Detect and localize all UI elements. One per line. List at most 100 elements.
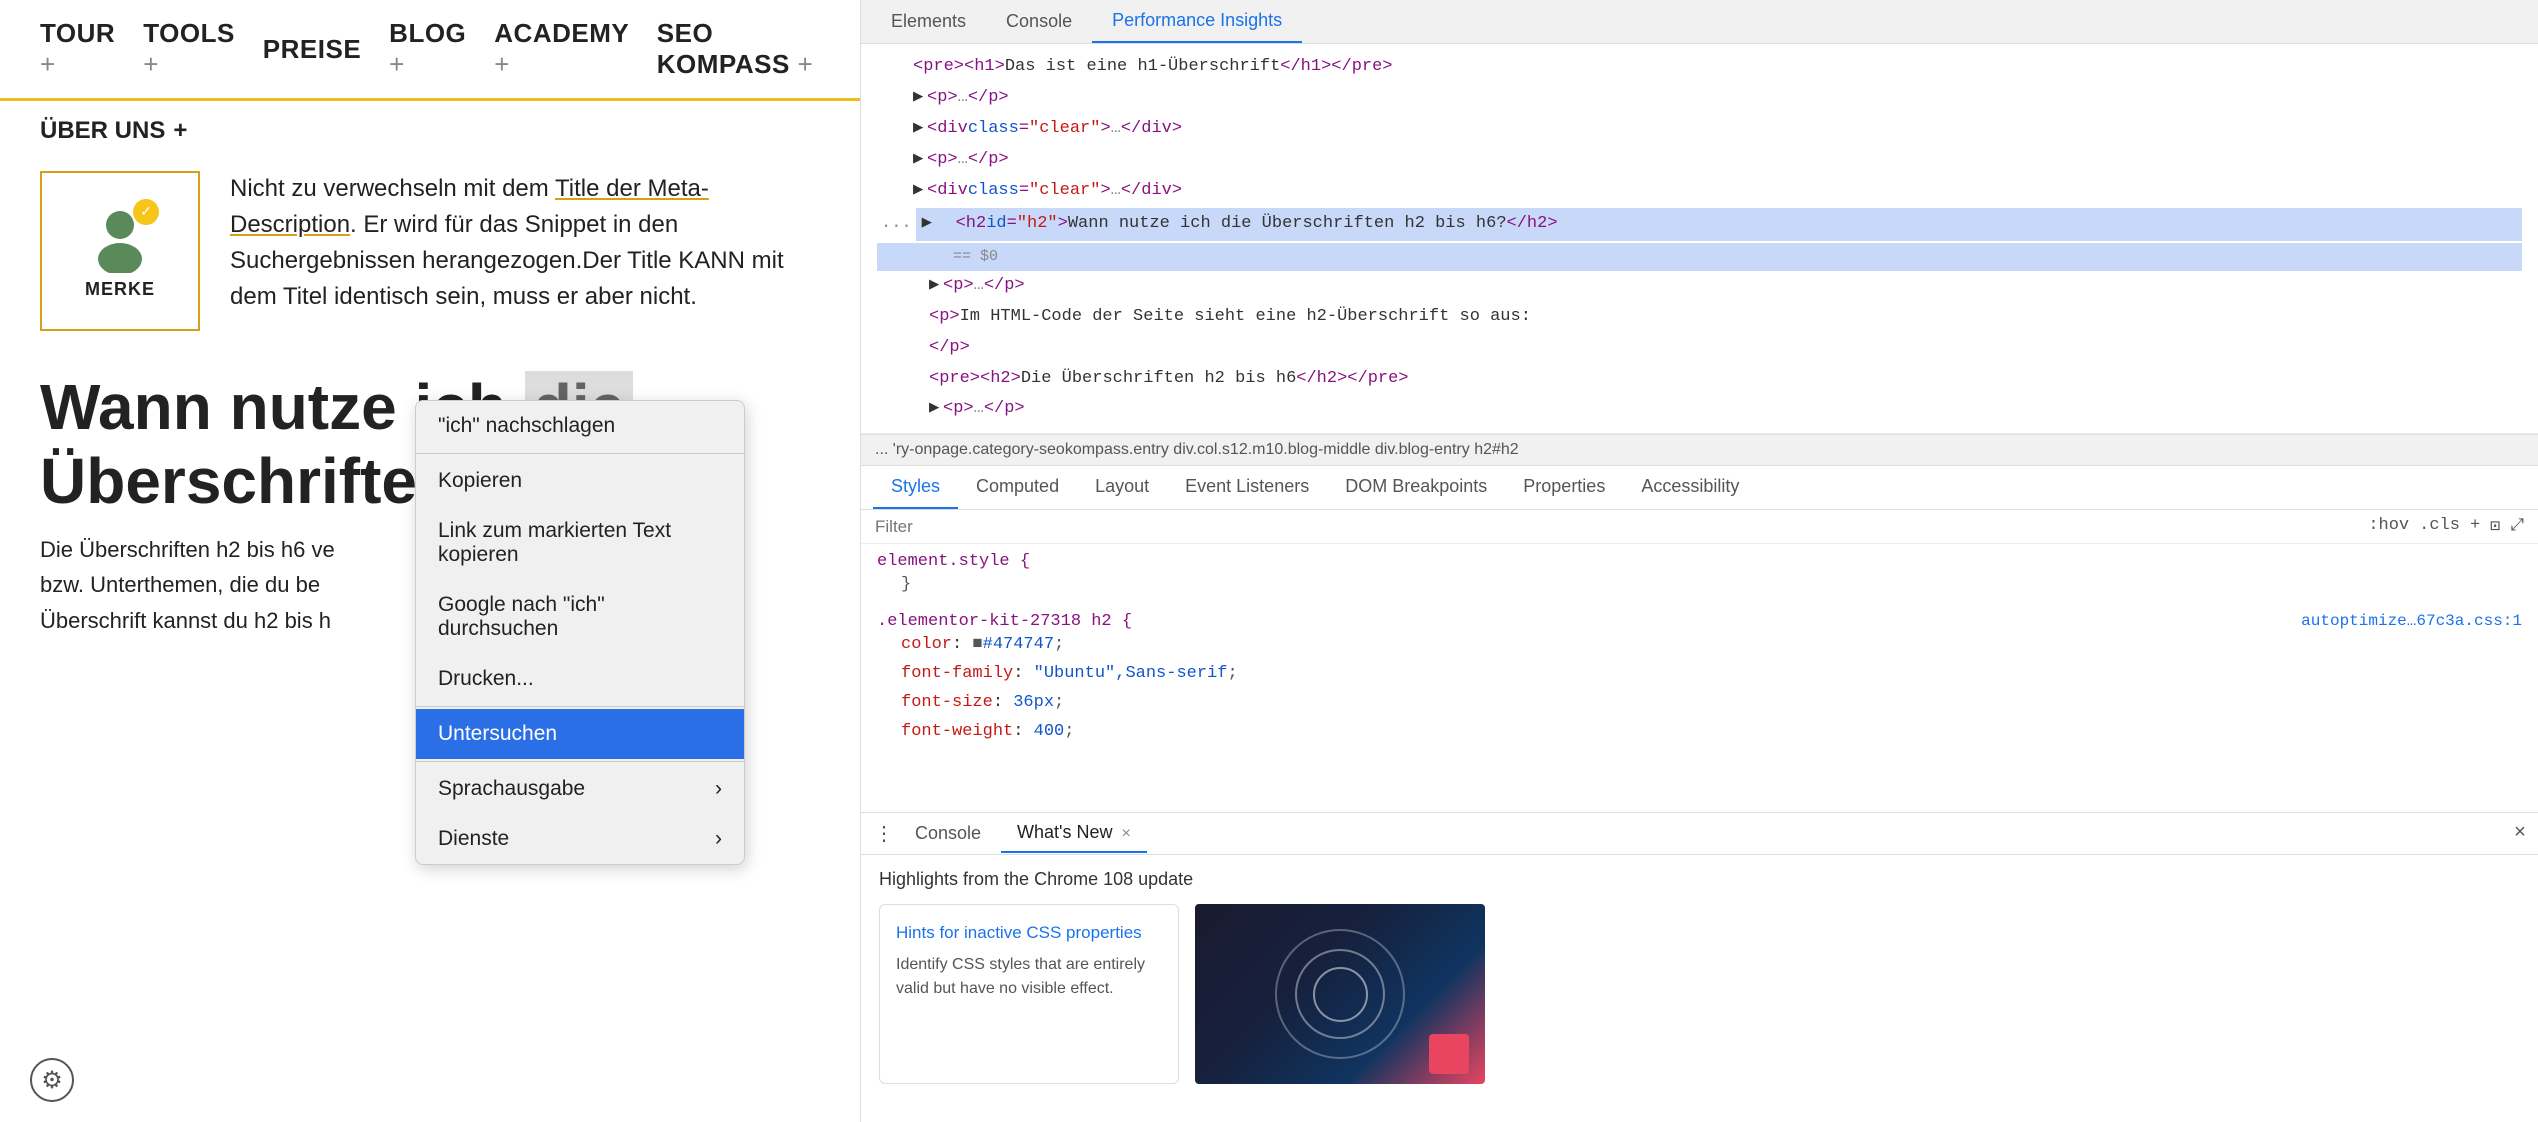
speech-arrow: › xyxy=(715,777,722,801)
rule-source[interactable]: autoptimize…67c3a.css:1 xyxy=(2301,612,2522,630)
bottom-panel: ⋮ Console What's New × × Highlights from… xyxy=(861,812,2538,1122)
nav-bar: TOUR + TOOLS + PREISE BLOG + ACADEMY + S… xyxy=(0,0,860,101)
tab-computed[interactable]: Computed xyxy=(958,466,1077,509)
rule-selector: .elementor-kit-27318 h2 { xyxy=(877,612,1132,631)
context-menu-item-inspect[interactable]: Untersuchen xyxy=(416,709,744,759)
context-menu-item-copy-link[interactable]: Link zum markierten Text kopieren xyxy=(416,506,744,580)
merke-section: ✓ MERKE Nicht zu verwechseln mit dem Tit… xyxy=(0,161,860,361)
html-line-2: ▶ <p>…</p> xyxy=(877,83,2522,114)
context-menu-separator-3 xyxy=(416,761,744,762)
whats-new-cards: Hints for inactive CSS properties Identi… xyxy=(879,904,2520,1084)
merke-label: MERKE xyxy=(85,279,155,300)
card-desc-1: Identify CSS styles that are entirely va… xyxy=(896,953,1162,1001)
tab-event-listeners[interactable]: Event Listeners xyxy=(1167,466,1327,509)
whats-new-close-btn[interactable]: × xyxy=(1122,825,1131,842)
html-line-5: ▶ <div class="clear">…</div> xyxy=(877,176,2522,207)
bottom-tabs: ⋮ Console What's New × × xyxy=(861,813,2538,855)
devtools-tab-console[interactable]: Console xyxy=(986,1,1092,42)
html-line-6-selected[interactable]: ▶ <h2 id="h2">Wann nutze ich die Übersch… xyxy=(916,208,2522,241)
filter-cls-btn[interactable]: .cls xyxy=(2419,516,2460,537)
element-style-close: } xyxy=(877,571,2522,600)
devtools-panel: Elements Console Performance Insights <p… xyxy=(860,0,2538,1122)
html-line-1: <pre><h1>Das ist eine h1-Überschrift</h1… xyxy=(877,52,2522,83)
html-line-8: <p>Im HTML-Code der Seite sieht eine h2-… xyxy=(877,302,2522,333)
context-menu-separator-1 xyxy=(416,453,744,454)
tab-layout[interactable]: Layout xyxy=(1077,466,1167,509)
html-line-3: ▶ <div class="clear">…</div> xyxy=(877,114,2522,145)
checkmark-icon: ✓ xyxy=(133,199,159,225)
html-area: <pre><h1>Das ist eine h1-Überschrift</h1… xyxy=(861,44,2538,434)
context-menu-item-services[interactable]: Dienste › xyxy=(416,814,744,864)
html-line-4: ▶ <p>…</p> xyxy=(877,145,2522,176)
tab-styles[interactable]: Styles xyxy=(873,466,958,509)
settings-icon[interactable]: ⚙ xyxy=(30,1058,74,1102)
element-style-selector: element.style { xyxy=(877,552,2522,571)
uber-uns-label[interactable]: ÜBER UNS xyxy=(40,117,165,145)
context-menu-item-speech[interactable]: Sprachausgabe › xyxy=(416,764,744,814)
whats-new-image xyxy=(1195,904,1485,1084)
element-style-rule: element.style { } xyxy=(877,552,2522,600)
collapse-triangle-3[interactable]: ▶ xyxy=(913,146,927,175)
tab-accessibility[interactable]: Accessibility xyxy=(1623,466,1757,509)
collapse-triangle-5[interactable]: ▶ xyxy=(922,210,936,239)
filter-device-btn[interactable]: ⊡ xyxy=(2490,516,2500,537)
styles-tabs: Styles Computed Layout Event Listeners D… xyxy=(861,466,2538,510)
img-red-box xyxy=(1429,1034,1469,1074)
styles-filter-input[interactable] xyxy=(875,517,2358,537)
ellipsis-indicator: ... xyxy=(877,210,912,239)
nav-item-seo-kompass[interactable]: SEO KOMPASS + xyxy=(657,18,820,80)
whats-new-title: Highlights from the Chrome 108 update xyxy=(879,869,2520,890)
close-all-button[interactable]: × xyxy=(2514,822,2526,845)
bottom-tabs-menu[interactable]: ⋮ xyxy=(873,823,895,845)
context-menu-item-copy[interactable]: Kopieren xyxy=(416,456,744,506)
rule-prop-font-size: font-size: 36px; xyxy=(877,689,2522,718)
nav-item-blog[interactable]: BLOG + xyxy=(389,18,466,80)
filter-expand-btn[interactable]: ⤢ xyxy=(2510,516,2524,537)
tab-properties[interactable]: Properties xyxy=(1505,466,1623,509)
collapse-triangle-1[interactable]: ▶ xyxy=(913,84,927,113)
whats-new-card-1: Hints for inactive CSS properties Identi… xyxy=(879,904,1179,1084)
breadcrumb-bar: ... 'ry-onpage.category-seokompass.entry… xyxy=(861,434,2538,466)
html-line-10: <pre><h2>Die Überschriften h2 bis h6</h2… xyxy=(877,364,2522,395)
styles-filter-bar: :hov .cls + ⊡ ⤢ xyxy=(861,510,2538,544)
collapse-triangle-7[interactable]: ▶ xyxy=(929,395,943,424)
merke-avatar: ✓ xyxy=(85,203,155,273)
filter-buttons: :hov .cls + ⊡ ⤢ xyxy=(2368,516,2524,537)
bottom-tab-console[interactable]: Console xyxy=(899,815,997,852)
html-line-9: </p> xyxy=(877,333,2522,364)
collapse-triangle-2[interactable]: ▶ xyxy=(913,115,927,144)
nav-item-preise[interactable]: PREISE xyxy=(263,34,361,65)
img-circle-inner xyxy=(1313,967,1368,1022)
devtools-tab-elements[interactable]: Elements xyxy=(871,1,986,42)
context-menu: "ich" nachschlagen Kopieren Link zum mar… xyxy=(415,400,745,865)
nav-item-tour[interactable]: TOUR + xyxy=(40,18,115,80)
filter-hov-btn[interactable]: :hov xyxy=(2368,516,2409,537)
html-line-7: ▶ <p>…</p> xyxy=(877,271,2522,302)
rule-prop-color: color: ■#474747; xyxy=(877,631,2522,660)
filter-plus-btn[interactable]: + xyxy=(2470,516,2480,537)
merke-box: ✓ MERKE xyxy=(40,171,200,331)
html-line-11: ▶ <p>…</p> xyxy=(877,394,2522,425)
whats-new-content: Highlights from the Chrome 108 update Hi… xyxy=(861,855,2538,1098)
styles-panel: Styles Computed Layout Event Listeners D… xyxy=(861,466,2538,812)
devtools-tab-performance[interactable]: Performance Insights xyxy=(1092,0,1302,43)
nav-item-academy[interactable]: ACADEMY + xyxy=(494,18,628,80)
uber-uns-bar: ÜBER UNS + xyxy=(0,101,860,161)
html-line-eq: == $0 xyxy=(877,243,2522,271)
tab-dom-breakpoints[interactable]: DOM Breakpoints xyxy=(1327,466,1505,509)
rule-prop-font-family: font-family: "Ubuntu",Sans-serif; xyxy=(877,660,2522,689)
devtools-tabs-top: Elements Console Performance Insights xyxy=(861,0,2538,44)
collapse-triangle-4[interactable]: ▶ xyxy=(913,177,927,206)
collapse-triangle-6[interactable]: ▶ xyxy=(929,272,943,301)
breadcrumb-text: ... 'ry-onpage.category-seokompass.entry… xyxy=(875,441,1519,458)
context-menu-item-google[interactable]: Google nach "ich" durchsuchen xyxy=(416,580,744,654)
services-arrow: › xyxy=(715,827,722,851)
merke-text: Nicht zu verwechseln mit dem Title der M… xyxy=(230,171,820,315)
merke-text-before: Nicht zu verwechseln mit dem xyxy=(230,175,555,202)
card-link-1[interactable]: Hints for inactive CSS properties xyxy=(896,921,1162,945)
nav-item-tools[interactable]: TOOLS + xyxy=(143,18,235,80)
elementor-rule: .elementor-kit-27318 h2 { autoptimize…67… xyxy=(877,612,2522,747)
context-menu-item-print[interactable]: Drucken... xyxy=(416,654,744,704)
bottom-tab-whats-new[interactable]: What's New × xyxy=(1001,814,1147,853)
context-menu-item-search[interactable]: "ich" nachschlagen xyxy=(416,401,744,451)
